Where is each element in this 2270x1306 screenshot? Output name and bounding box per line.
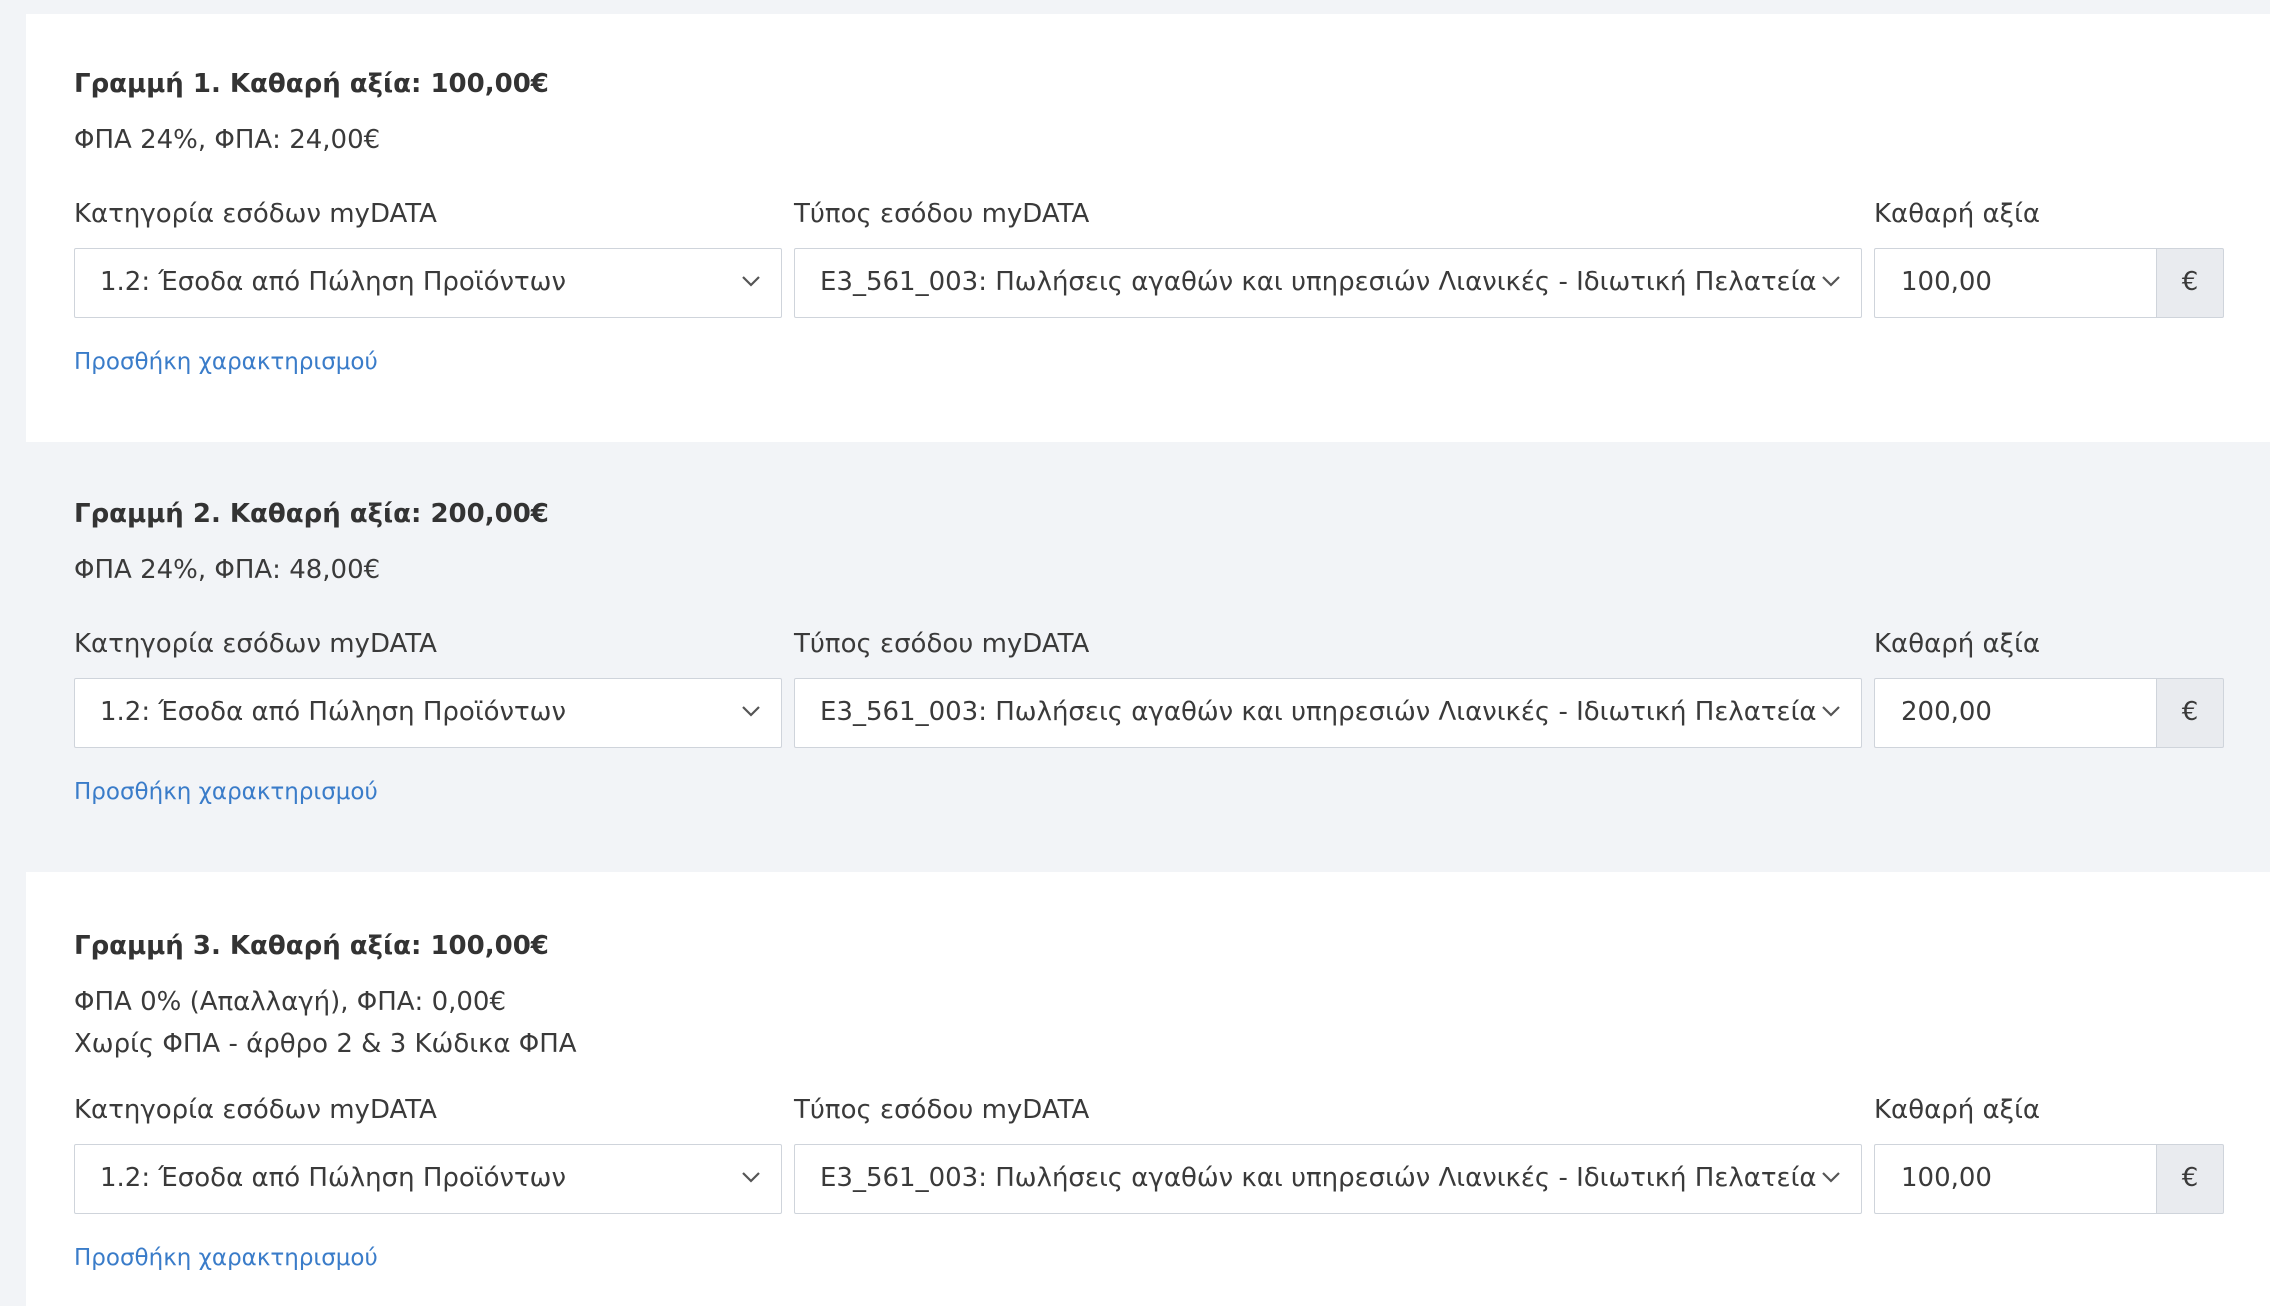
chevron-down-icon bbox=[742, 276, 760, 287]
income-category-label: Κατηγορία εσόδων myDATA bbox=[74, 1095, 437, 1125]
net-value-label: Καθαρή αξία bbox=[1874, 629, 2041, 659]
chevron-down-icon bbox=[742, 706, 760, 717]
income-type-label: Τύπος εσόδου myDATA bbox=[794, 199, 1090, 229]
line-vat-exemption-note: Χωρίς ΦΠΑ - άρθρο 2 & 3 Κώδικα ΦΠΑ bbox=[74, 1029, 577, 1059]
add-classification-link[interactable]: Προσθήκη χαρακτηρισμού bbox=[74, 1242, 378, 1274]
net-value-label: Καθαρή αξία bbox=[1874, 1095, 2041, 1125]
line-vat-info: ΦΠΑ 24%, ΦΠΑ: 48,00€ bbox=[74, 555, 381, 585]
income-category-select[interactable]: 1.2: Έσοδα από Πώληση Προϊόντων bbox=[74, 1144, 782, 1214]
line-vat-info: ΦΠΑ 24%, ΦΠΑ: 24,00€ bbox=[74, 125, 381, 155]
income-category-value: 1.2: Έσοδα από Πώληση Προϊόντων bbox=[100, 1163, 566, 1193]
net-value-input[interactable]: 100,00 bbox=[1874, 248, 2156, 318]
net-value-label: Καθαρή αξία bbox=[1874, 199, 2041, 229]
chevron-down-icon bbox=[1822, 706, 1840, 717]
invoice-line-2: Γραμμή 2. Καθαρή αξία: 200,00€ ΦΠΑ 24%, … bbox=[26, 442, 2270, 872]
income-type-value: Ε3_561_003: Πωλήσεις αγαθών και υπηρεσιώ… bbox=[820, 267, 1817, 297]
chevron-down-icon bbox=[1822, 276, 1840, 287]
line-title: Γραμμή 3. Καθαρή αξία: 100,00€ bbox=[74, 931, 549, 961]
net-value-input[interactable]: 100,00 bbox=[1874, 1144, 2156, 1214]
income-category-label: Κατηγορία εσόδων myDATA bbox=[74, 199, 437, 229]
chevron-down-icon bbox=[1822, 1172, 1840, 1183]
income-type-label: Τύπος εσόδου myDATA bbox=[794, 1095, 1090, 1125]
line-title: Γραμμή 1. Καθαρή αξία: 100,00€ bbox=[74, 69, 549, 99]
invoice-line-1: Γραμμή 1. Καθαρή αξία: 100,00€ ΦΠΑ 24%, … bbox=[26, 14, 2270, 442]
income-type-value: Ε3_561_003: Πωλήσεις αγαθών και υπηρεσιώ… bbox=[820, 697, 1817, 727]
classification-panel: Γραμμή 1. Καθαρή αξία: 100,00€ ΦΠΑ 24%, … bbox=[26, 14, 2270, 1306]
line-vat-info: ΦΠΑ 0% (Απαλλαγή), ΦΠΑ: 0,00€ bbox=[74, 987, 507, 1017]
add-classification-link[interactable]: Προσθήκη χαρακτηρισμού bbox=[74, 346, 378, 378]
add-classification-link[interactable]: Προσθήκη χαρακτηρισμού bbox=[74, 776, 378, 808]
currency-addon: € bbox=[2156, 678, 2224, 748]
income-category-select[interactable]: 1.2: Έσοδα από Πώληση Προϊόντων bbox=[74, 248, 782, 318]
income-category-select[interactable]: 1.2: Έσοδα από Πώληση Προϊόντων bbox=[74, 678, 782, 748]
income-type-select[interactable]: Ε3_561_003: Πωλήσεις αγαθών και υπηρεσιώ… bbox=[794, 678, 1862, 748]
income-type-label: Τύπος εσόδου myDATA bbox=[794, 629, 1090, 659]
currency-addon: € bbox=[2156, 1144, 2224, 1214]
income-category-value: 1.2: Έσοδα από Πώληση Προϊόντων bbox=[100, 267, 566, 297]
currency-addon: € bbox=[2156, 248, 2224, 318]
income-category-value: 1.2: Έσοδα από Πώληση Προϊόντων bbox=[100, 697, 566, 727]
income-category-label: Κατηγορία εσόδων myDATA bbox=[74, 629, 437, 659]
net-value-input[interactable]: 200,00 bbox=[1874, 678, 2156, 748]
income-type-select[interactable]: Ε3_561_003: Πωλήσεις αγαθών και υπηρεσιώ… bbox=[794, 1144, 1862, 1214]
income-type-value: Ε3_561_003: Πωλήσεις αγαθών και υπηρεσιώ… bbox=[820, 1163, 1817, 1193]
classification-fields: Κατηγορία εσόδων myDATA Τύπος εσόδου myD… bbox=[74, 1092, 2270, 1214]
classification-fields: Κατηγορία εσόδων myDATA Τύπος εσόδου myD… bbox=[74, 626, 2270, 748]
line-title: Γραμμή 2. Καθαρή αξία: 200,00€ bbox=[74, 499, 549, 529]
income-type-select[interactable]: Ε3_561_003: Πωλήσεις αγαθών και υπηρεσιώ… bbox=[794, 248, 1862, 318]
classification-fields: Κατηγορία εσόδων myDATA Τύπος εσόδου myD… bbox=[74, 196, 2270, 318]
chevron-down-icon bbox=[742, 1172, 760, 1183]
invoice-line-3: Γραμμή 3. Καθαρή αξία: 100,00€ ΦΠΑ 0% (Α… bbox=[26, 872, 2270, 1306]
